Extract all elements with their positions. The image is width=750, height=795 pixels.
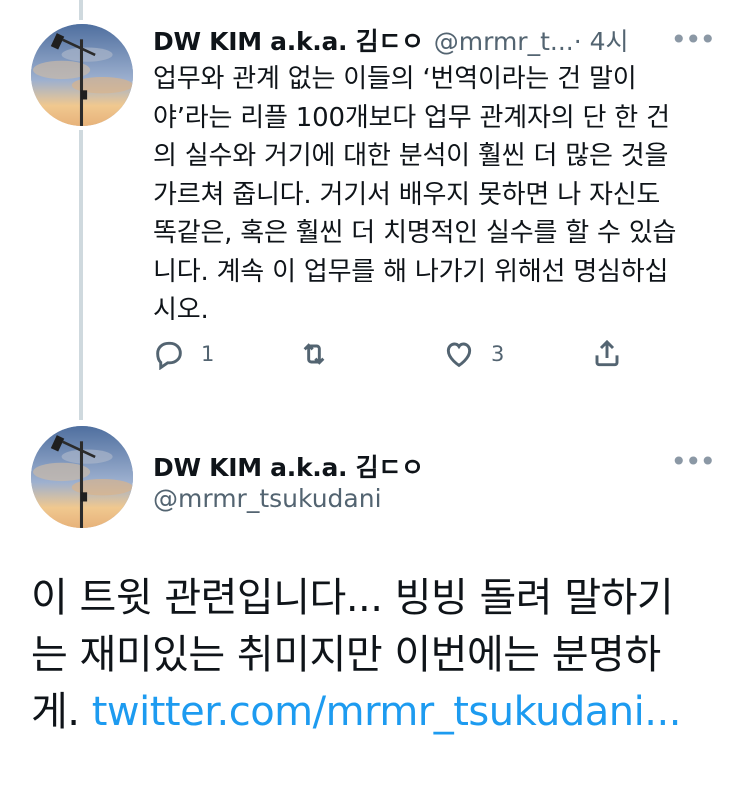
reply-icon xyxy=(156,341,182,370)
tweet-text-line: 의 실수와 거기에 대한 분석이 훨씬 더 많은 것을 xyxy=(153,141,669,171)
tweet-text-line: 니다. 계속 이 업무를 해 나가기 위해선 명심하십 xyxy=(153,256,669,287)
display-name[interactable]: DW KIM a.k.a. 김ㄷㅇ xyxy=(153,22,424,58)
share-icon xyxy=(595,339,619,367)
tweet-text: 업무와 관계 없는 이들의 ‘번역이라는 건 말이 야’라는 리플 100개보다… xyxy=(153,60,723,330)
like-button[interactable]: 3 xyxy=(443,338,504,370)
reply-count: 1 xyxy=(201,342,215,366)
thread-connector xyxy=(79,130,83,420)
tweet-header: DW KIM a.k.a. 김ㄷㅇ @mrmr_t... · 4시 xyxy=(153,22,723,58)
tweet-text-line: 는 재미있는 취미지만 이번에는 분명하 xyxy=(31,632,661,678)
thread-connector-top xyxy=(79,0,83,20)
tweet-text-line: 가르쳐 줍니다. 거기서 배우지 못하면 나 자신도 xyxy=(153,179,661,210)
share-button[interactable] xyxy=(591,338,623,370)
tweet-text-line: 이 트윗 관련입니다... 빙빙 돌려 말하기 xyxy=(31,575,674,621)
avatar-image xyxy=(31,426,133,528)
user-handle[interactable]: @mrmr_t... xyxy=(434,27,574,56)
tweet-text-fragment: 게. xyxy=(31,689,92,735)
tweet-text-line: 게. twitter.com/mrmr_tsukudani... xyxy=(31,684,731,741)
twitter-thread: DW KIM a.k.a. 김ㄷㅇ @mrmr_t... · 4시 ••• 업무… xyxy=(0,0,750,795)
heart-icon xyxy=(446,342,472,368)
tweet-header: DW KIM a.k.a. 김ㄷㅇ xyxy=(153,448,424,484)
user-handle[interactable]: @mrmr_tsukudani xyxy=(153,484,382,513)
tweet-actions: 1 3 xyxy=(153,338,623,382)
more-options-icon[interactable]: ••• xyxy=(670,448,716,476)
avatar[interactable] xyxy=(31,426,133,528)
tweet-text: 이 트윗 관련입니다... 빙빙 돌려 말하기 는 재미있는 취미지만 이번에는… xyxy=(31,570,731,741)
tweet-link[interactable]: twitter.com/mrmr_tsukudani... xyxy=(92,689,682,735)
avatar[interactable] xyxy=(31,24,133,126)
display-name[interactable]: DW KIM a.k.a. 김ㄷㅇ xyxy=(153,453,424,482)
avatar-image xyxy=(31,24,133,126)
tweet-text-line: 똑같은, 혹은 훨씬 더 치명적인 실수를 할 수 있습 xyxy=(153,218,677,248)
retweet-icon xyxy=(303,343,325,365)
timestamp[interactable]: · 4시 xyxy=(574,22,629,58)
tweet-text-line: 업무와 관계 없는 이들의 ‘번역이라는 건 말이 xyxy=(153,64,637,94)
tweet-text-line: 야’라는 리플 100개보다 업무 관계자의 단 한 건 xyxy=(153,102,670,133)
retweet-button[interactable] xyxy=(298,338,346,370)
reply-button[interactable]: 1 xyxy=(153,338,214,370)
tweet-text-line: 시오. xyxy=(153,295,209,325)
like-count: 3 xyxy=(491,342,505,366)
more-options-icon[interactable]: ••• xyxy=(670,26,716,54)
